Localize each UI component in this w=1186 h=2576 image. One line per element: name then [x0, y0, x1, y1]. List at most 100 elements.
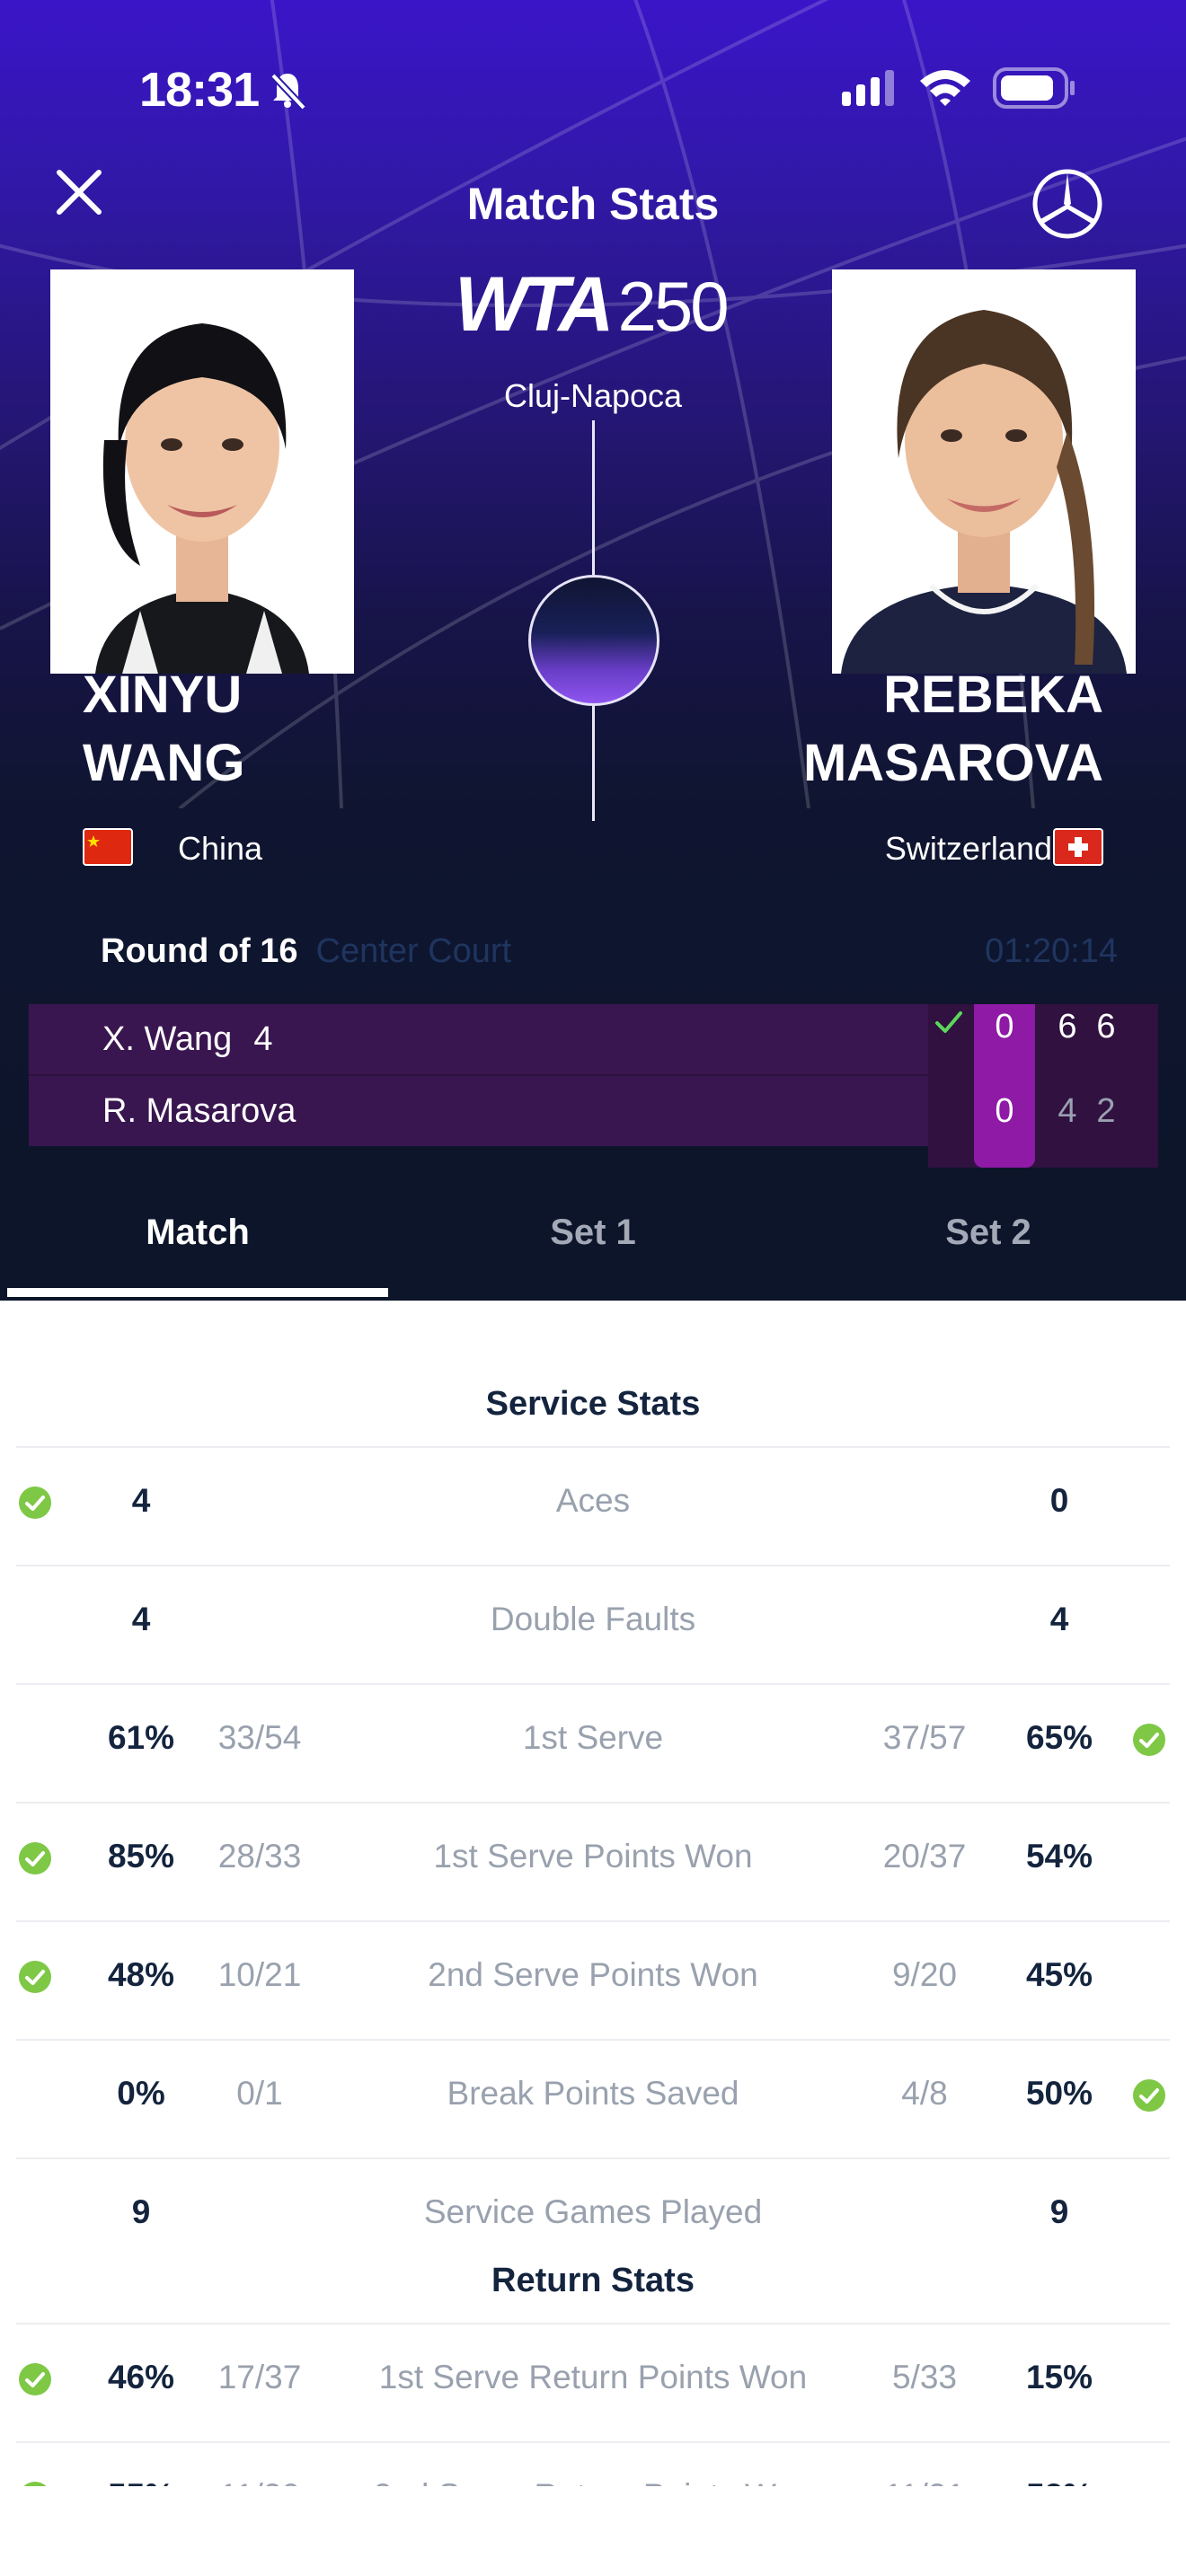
- leader-check-icon: [1132, 1723, 1166, 1761]
- stat-value-right: 45%: [1025, 1956, 1093, 1993]
- match-info-row: Round of 16 Center Court 01:20:14: [101, 929, 1118, 974]
- stat-label: Double Faults: [490, 1601, 696, 1637]
- player-last-name: MASAROVA: [802, 734, 1103, 792]
- cellular-signal-icon: [842, 70, 894, 106]
- stat-value-left: 48%: [107, 1956, 175, 1993]
- set-score: 6: [1096, 1008, 1116, 1045]
- tab-match[interactable]: Match: [0, 1213, 395, 1253]
- stat-row: 9 Service Games Played 9: [16, 2157, 1170, 2265]
- screen-title: Match Stats: [466, 179, 720, 229]
- stat-fraction-right: 5/33: [891, 2359, 957, 2395]
- player-photo-left: [50, 269, 354, 674]
- set-score: 2: [1096, 1092, 1116, 1130]
- leader-check-icon: [1132, 2078, 1166, 2117]
- tournament-logo: WTA 250: [455, 260, 730, 348]
- stat-fraction-right: 9/20: [891, 1956, 957, 1993]
- tab-set-1[interactable]: Set 1: [395, 1213, 791, 1253]
- player-first-name: REBEKA: [883, 666, 1103, 724]
- stat-row: 0% 0/1 Break Points Saved 4/8 50%: [16, 2039, 1170, 2147]
- switzerland-flag-icon: [1053, 828, 1103, 866]
- player-country-left: China: [178, 830, 263, 867]
- stat-label: 2nd Serve Return Points Won: [279, 2443, 907, 2486]
- leader-check-icon: [18, 1841, 52, 1880]
- status-bar: 18:31: [0, 54, 1186, 126]
- stat-fraction-right: 11/21: [857, 2443, 992, 2486]
- set-score: 6: [1058, 1008, 1077, 1045]
- mercedes-star-icon[interactable]: [1031, 167, 1104, 241]
- stat-value-right: 9: [1049, 2193, 1069, 2230]
- stat-value-right: 4: [1049, 1601, 1069, 1637]
- set-score: 4: [1058, 1092, 1077, 1130]
- player-first-name: XINYU: [83, 666, 243, 724]
- leader-check-icon: [18, 1960, 52, 1998]
- wifi-icon: [920, 70, 970, 106]
- stat-row: 4 Aces 0: [16, 1446, 1170, 1554]
- stat-value-left: 85%: [107, 1838, 175, 1875]
- stat-value-left: 4: [131, 1601, 151, 1637]
- match-header: 18:31 Match Stats WTA 250 Cluj-Napoca XI…: [0, 0, 1186, 1301]
- stat-value-left: 0%: [117, 2075, 165, 2112]
- match-round: Round of 16: [101, 932, 298, 970]
- stat-label: Aces: [555, 1482, 631, 1519]
- battery-icon: [993, 67, 1075, 109]
- match-court: Center Court: [315, 932, 512, 970]
- current-game-score: 0: [995, 1092, 1014, 1130]
- stat-row: 85% 28/33 1st Serve Points Won 20/37 54%: [16, 1802, 1170, 1910]
- player-photo-right: [832, 269, 1136, 674]
- stat-label: 1st Serve Return Points Won: [378, 2359, 808, 2395]
- versus-emblem: [528, 575, 659, 706]
- stat-value-left: 55%: [74, 2443, 208, 2486]
- bottom-safe-area: [0, 2486, 1186, 2576]
- stat-value-right: 52%: [992, 2443, 1127, 2486]
- stat-label: 2nd Serve Points Won: [428, 1956, 758, 1993]
- stat-value-left: 61%: [107, 1719, 175, 1756]
- scoreboard-player-name: R. Masarova: [102, 1092, 296, 1130]
- stat-fraction-right: 4/8: [901, 2075, 948, 2112]
- divider-line: [592, 420, 595, 575]
- scoreboard-player-2: R. Masarova: [102, 1089, 296, 1134]
- stat-fraction-right: 20/37: [882, 1838, 967, 1875]
- stat-label: Break Points Saved: [447, 2075, 739, 2112]
- player-name-right: REBEKA MASAROVA: [803, 661, 1103, 798]
- leader-check-icon: [18, 2362, 52, 2401]
- leader-check-icon: [18, 1486, 52, 1524]
- winner-check-icon: [935, 1011, 962, 1033]
- section-title-return: Return Stats: [491, 2262, 695, 2299]
- stat-value-right: 0: [1049, 1482, 1069, 1519]
- active-tab-indicator: [7, 1288, 388, 1297]
- stat-label: Service Games Played: [423, 2193, 763, 2230]
- stat-value-left: 46%: [107, 2359, 175, 2395]
- tournament-logo-brand: WTA: [455, 261, 614, 348]
- section-title-service: Service Stats: [485, 1385, 701, 1423]
- stat-fraction-right: 37/57: [882, 1719, 967, 1756]
- stat-row: 4 Double Faults 4: [16, 1565, 1170, 1672]
- stat-row: 55%11/202nd Serve Return Points Won11/21…: [16, 2441, 1170, 2486]
- player-last-name: WANG: [83, 734, 245, 792]
- status-time: 18:31: [139, 63, 260, 117]
- stat-row: 61% 33/54 1st Serve 37/57 65%: [16, 1683, 1170, 1791]
- divider-line: [592, 706, 595, 821]
- current-game-score: 0: [995, 1008, 1014, 1045]
- china-flag-icon: [83, 828, 133, 866]
- stats-tabs: Match Set 1 Set 2: [0, 1195, 1186, 1301]
- player-name-left: XINYU WANG: [83, 661, 244, 798]
- stat-value-right: 15%: [1025, 2359, 1093, 2395]
- stat-value-left: 9: [131, 2193, 151, 2230]
- player-country-right: Switzerland: [884, 830, 1052, 867]
- stat-row: 48% 10/21 2nd Serve Points Won 9/20 45%: [16, 1920, 1170, 2028]
- tab-set-2[interactable]: Set 2: [791, 1213, 1186, 1253]
- stat-label: 1st Serve Points Won: [433, 1838, 753, 1875]
- scoreboard-player-1: X. Wang 4: [102, 1017, 272, 1062]
- stat-row: 46% 17/37 1st Serve Return Points Won 5/33 1…: [16, 2323, 1170, 2430]
- silent-mode-icon: [270, 73, 306, 110]
- scoreboard-game-points: 4: [253, 1020, 273, 1058]
- match-duration: 01:20:14: [985, 932, 1118, 970]
- stat-value-right: 54%: [1025, 1838, 1093, 1875]
- stat-label: 1st Serve: [522, 1719, 664, 1756]
- scoreboard: X. Wang 4 R. Masarova 0 6 6 0 4 2: [29, 1004, 1158, 1168]
- stat-value-right: 65%: [1025, 1719, 1093, 1756]
- stats-panel: Service Stats 4 Aces 0 4 Double Faults 4 61% 33…: [0, 1301, 1186, 2486]
- stat-value-right: 50%: [1025, 2075, 1093, 2112]
- stat-value-left: 4: [131, 1482, 151, 1519]
- tournament-logo-tier: 250: [617, 267, 729, 346]
